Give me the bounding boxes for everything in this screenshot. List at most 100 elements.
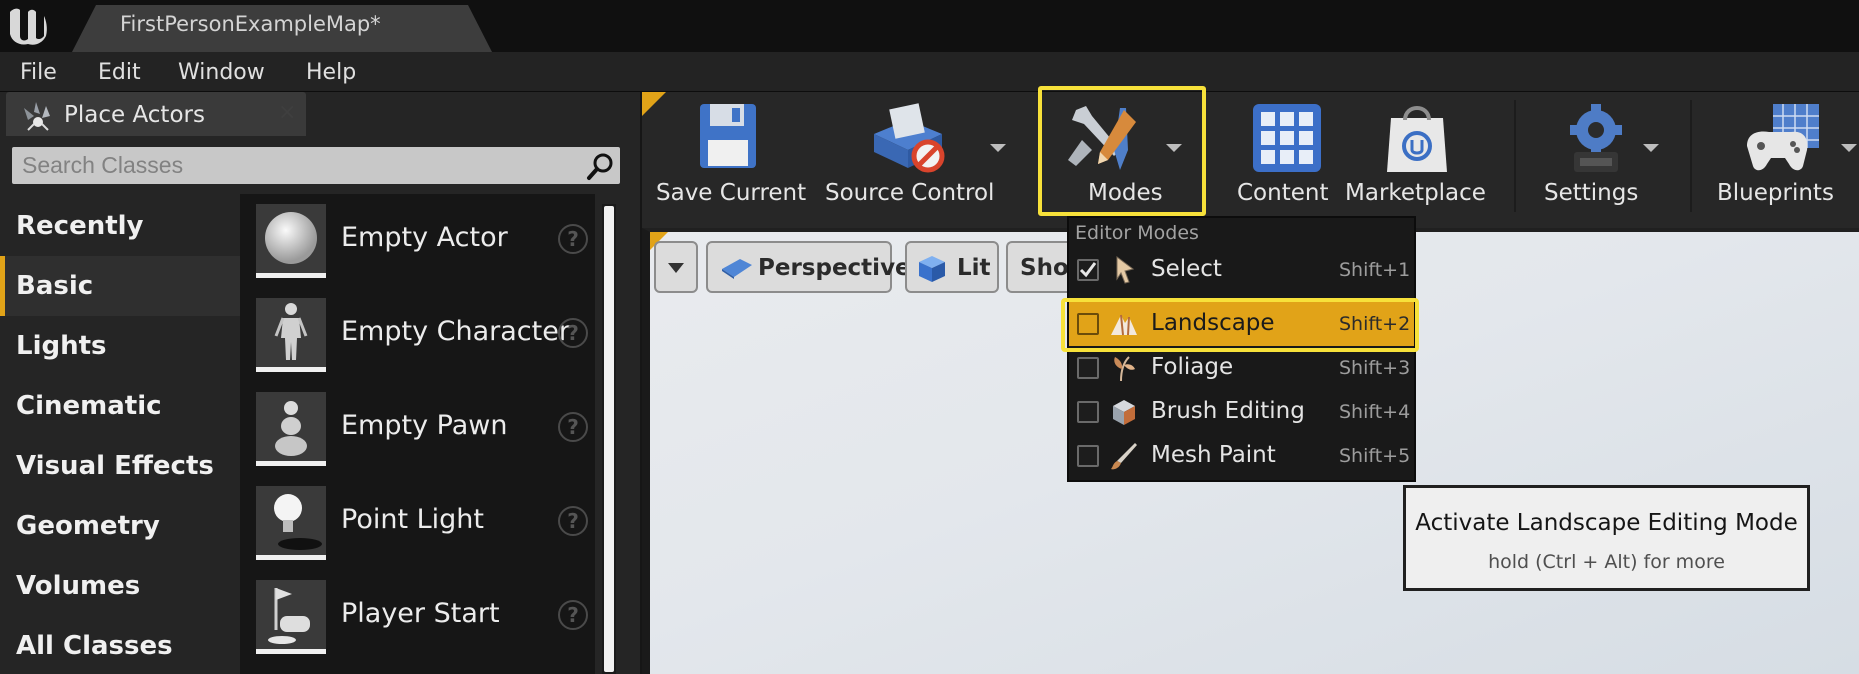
lit-label: Lit [957, 255, 991, 281]
category-all-classes[interactable]: All Classes [0, 616, 240, 674]
source-control-label: Source Control [825, 180, 995, 206]
menu-window[interactable]: Window [178, 60, 265, 85]
actor-thumbnail [256, 580, 326, 654]
actor-label: Empty Actor [341, 222, 508, 253]
mode-select-label: Select [1151, 256, 1222, 282]
mode-foliage-label: Foliage [1151, 354, 1234, 380]
actor-label: Empty Pawn [341, 410, 508, 441]
blueprints-dropdown-icon[interactable] [1841, 144, 1857, 152]
actor-thumbnail [256, 204, 326, 278]
help-icon[interactable]: ? [558, 318, 588, 348]
settings-label: Settings [1544, 180, 1639, 206]
actor-label: Empty Character [341, 316, 570, 347]
player-start-icon [268, 588, 310, 644]
document-tab-title: FirstPersonExampleMap* [120, 12, 381, 36]
perspective-button[interactable]: Perspective [706, 241, 911, 293]
source-control-dropdown-icon[interactable] [990, 144, 1006, 152]
category-list: Recently Placed Basic Lights Cinematic V… [0, 196, 240, 674]
help-icon[interactable]: ? [558, 412, 588, 442]
pawn-icon [275, 401, 307, 456]
settings-dropdown-icon[interactable] [1643, 144, 1659, 152]
place-actors-tab[interactable]: Place Actors × [6, 92, 306, 136]
actor-item-empty-actor[interactable]: Empty Actor ? [240, 194, 595, 288]
marketplace-button[interactable]: Marketplace [1345, 92, 1490, 222]
mesh-paint-icon [1111, 443, 1137, 470]
checkmark-icon [1079, 262, 1097, 278]
main-toolbar: Save Current Source Control Modes Conten… [642, 92, 1859, 228]
scrollbar-thumb[interactable] [604, 206, 614, 672]
close-icon[interactable]: × [278, 100, 296, 125]
category-cinematic[interactable]: Cinematic [0, 376, 240, 436]
tooltip-subtitle: hold (Ctrl + Alt) for more [1488, 551, 1725, 573]
category-lights[interactable]: Lights [0, 316, 240, 376]
actor-item-point-light[interactable]: Point Light ? [240, 476, 595, 570]
save-icon [700, 104, 756, 168]
title-bar: FirstPersonExampleMap* [0, 0, 1859, 52]
actor-item-empty-character[interactable]: Empty Character ? [240, 288, 595, 382]
toolbar-separator [1514, 100, 1516, 212]
chevron-down-icon [668, 263, 684, 273]
help-icon[interactable]: ? [558, 600, 588, 630]
marketplace-icon [1387, 106, 1447, 172]
mode-foliage[interactable]: Foliage Shift+3 [1069, 346, 1414, 390]
actor-label: Player Start [341, 598, 500, 629]
foliage-icon [1114, 356, 1135, 382]
content-label: Content [1237, 180, 1329, 206]
unreal-logo-icon[interactable] [4, 2, 54, 50]
content-button[interactable]: Content [1227, 92, 1345, 222]
mode-select[interactable]: Select Shift+1 [1069, 248, 1414, 292]
category-recently-placed[interactable]: Recently Placed [0, 196, 240, 301]
category-visual-effects[interactable]: Visual Effects [0, 436, 240, 496]
menu-edit[interactable]: Edit [98, 60, 141, 85]
actor-item-player-start[interactable]: Player Start ? [240, 570, 595, 664]
blueprints-button[interactable]: Blueprints [1717, 92, 1845, 222]
mesh-paint-checkbox[interactable] [1077, 445, 1099, 467]
save-current-label: Save Current [656, 180, 807, 206]
tooltip-title: Activate Landscape Editing Mode [1415, 510, 1798, 536]
search-icon[interactable] [586, 151, 616, 181]
search-classes-box [12, 147, 620, 184]
tooltip: Activate Landscape Editing Mode hold (Ct… [1403, 485, 1810, 591]
settings-icon [1570, 104, 1622, 172]
save-current-button[interactable]: Save Current [656, 92, 806, 222]
source-control-icon [874, 103, 945, 173]
source-control-button[interactable]: Source Control [822, 92, 1027, 222]
mode-brush-editing-label: Brush Editing [1151, 398, 1305, 424]
select-cursor-icon [1116, 256, 1135, 284]
viewport-options-button[interactable] [654, 241, 698, 293]
actor-label: Point Light [341, 504, 485, 535]
menu-file[interactable]: File [20, 60, 57, 85]
brush-editing-icon [1113, 400, 1135, 425]
category-basic[interactable]: Basic [0, 256, 240, 316]
help-icon[interactable]: ? [558, 506, 588, 536]
sphere-icon [265, 212, 317, 264]
search-input[interactable] [12, 147, 572, 184]
help-icon[interactable]: ? [558, 224, 588, 254]
modes-button-highlight [1038, 86, 1206, 216]
blueprints-label: Blueprints [1717, 180, 1834, 206]
content-browser-icon [1253, 104, 1321, 172]
foliage-checkbox[interactable] [1077, 357, 1099, 379]
category-geometry[interactable]: Geometry [0, 496, 240, 556]
perspective-icon [722, 259, 752, 279]
brush-editing-checkbox[interactable] [1077, 401, 1099, 423]
lit-button[interactable]: Lit [905, 241, 999, 293]
editor-modes-header: Editor Modes [1075, 222, 1199, 244]
character-icon [274, 303, 308, 360]
show-button[interactable]: Show [1006, 241, 1068, 293]
category-volumes[interactable]: Volumes [0, 556, 240, 616]
actor-item-empty-pawn[interactable]: Empty Pawn ? [240, 382, 595, 476]
mode-brush-editing[interactable]: Brush Editing Shift+4 [1069, 390, 1414, 434]
mode-foliage-shortcut: Shift+3 [1339, 357, 1411, 379]
mode-mesh-paint[interactable]: Mesh Paint Shift+5 [1069, 434, 1414, 478]
mode-select-shortcut: Shift+1 [1339, 259, 1411, 281]
menu-bar: File Edit Window Help [0, 52, 1859, 92]
show-label: Show [1020, 255, 1068, 281]
menu-help[interactable]: Help [306, 60, 356, 85]
actor-list-scrollbar[interactable] [602, 204, 616, 674]
landscape-highlight-outline [1061, 298, 1419, 352]
select-checkbox[interactable] [1077, 259, 1099, 281]
settings-button[interactable]: Settings [1532, 92, 1652, 222]
place-actors-panel: Place Actors × Recently Placed Basic Lig… [0, 92, 640, 674]
blueprints-icon [1747, 104, 1819, 171]
